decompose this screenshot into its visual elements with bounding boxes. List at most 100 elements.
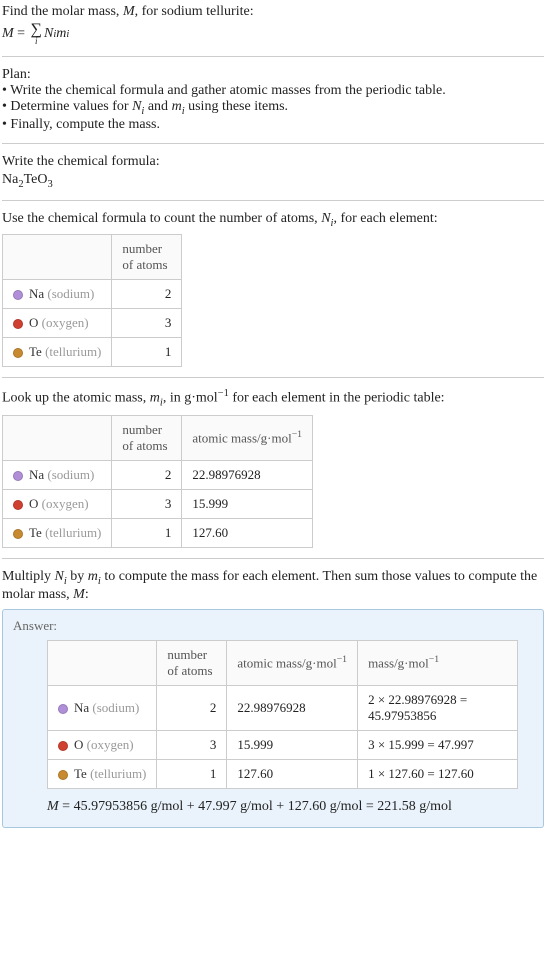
formula-title: Write the chemical formula: (2, 154, 544, 170)
mass-calc: 1 × 127.60 = 127.60 (358, 759, 518, 788)
divider (2, 200, 544, 201)
plan-bullet-2: • Determine values for Ni and mi using t… (2, 99, 544, 117)
element-cell: O (oxygen) (3, 309, 112, 338)
text: Look up the atomic mass, (2, 391, 150, 406)
table-row: Na (sodium) 2 (3, 280, 182, 309)
atom-count: 3 (112, 309, 182, 338)
header-natoms: number of atoms (157, 640, 227, 685)
divider (2, 377, 544, 378)
atom-count-table: number of atoms Na (sodium) 2 O (oxygen)… (2, 234, 182, 367)
element-symbol: Te (29, 525, 42, 540)
atom-count: 3 (112, 489, 182, 518)
element-name: (oxygen) (87, 737, 134, 752)
element-color-icon (58, 770, 68, 780)
intro-section: Find the molar mass, M, for sodium tellu… (2, 4, 544, 46)
atomic-mass: 15.999 (227, 730, 358, 759)
mass-calc: 3 × 15.999 = 47.997 (358, 730, 518, 759)
element-cell: Te (tellurium) (3, 518, 112, 547)
table-header-row: number of atoms atomic mass/g·mol−1 (3, 415, 313, 460)
text: : (85, 587, 89, 602)
plan-section: Plan: • Write the chemical formula and g… (2, 67, 544, 133)
plan-title: Plan: (2, 67, 544, 83)
atom-count: 1 (157, 759, 227, 788)
mass-calc: 2 × 22.98976928 = 45.97953856 (358, 685, 518, 730)
answer-label: Answer: (13, 618, 533, 634)
table-row: O (oxygen) 3 (3, 309, 182, 338)
atom-count: 2 (112, 280, 182, 309)
table-row: O (oxygen) 3 15.999 (3, 489, 313, 518)
atomic-mass: 22.98976928 (182, 460, 313, 489)
chem-sub-3: 3 (47, 179, 52, 190)
var-m: m (88, 569, 98, 584)
count-section: Use the chemical formula to count the nu… (2, 211, 544, 368)
table-row: Te (tellurium) 1 127.60 1 × 127.60 = 127… (48, 759, 518, 788)
multiply-section: Multiply Ni by mi to compute the mass fo… (2, 569, 544, 828)
element-cell: Na (sodium) (48, 685, 157, 730)
element-color-icon (58, 741, 68, 751)
element-name: (oxygen) (42, 315, 89, 330)
atom-count: 1 (112, 338, 182, 367)
var-M: M (123, 4, 135, 19)
lookup-section: Look up the atomic mass, mi, in g·mol−1 … (2, 388, 544, 547)
text: Use the chemical formula to count the nu… (2, 211, 321, 226)
header-natoms: number of atoms (112, 415, 182, 460)
atom-count: 2 (112, 460, 182, 489)
final-equation: M = 45.97953856 g/mol + 47.997 g/mol + 1… (47, 799, 533, 815)
text: mass/g·mol (368, 655, 429, 670)
unit-sup: −1 (429, 654, 439, 665)
header-mass: mass/g·mol−1 (358, 640, 518, 685)
text: for each element in the periodic table: (229, 391, 445, 406)
text: • Determine values for (2, 99, 132, 114)
sigma-icon: ∑ i (31, 22, 42, 46)
element-symbol: Na (74, 700, 89, 715)
element-symbol: Te (29, 344, 42, 359)
divider (2, 558, 544, 559)
table-row: Na (sodium) 2 22.98976928 2 × 22.9897692… (48, 685, 518, 730)
term-m: m (56, 26, 66, 42)
term-N: N (44, 26, 53, 42)
text: by (67, 569, 88, 584)
atom-count: 2 (157, 685, 227, 730)
element-cell: Te (tellurium) (3, 338, 112, 367)
element-symbol: Na (29, 467, 44, 482)
text: Multiply (2, 569, 55, 584)
element-name: (sodium) (47, 286, 94, 301)
multiply-text: Multiply Ni by mi to compute the mass fo… (2, 569, 544, 603)
chem-teo: TeO (24, 172, 48, 187)
lookup-text: Look up the atomic mass, mi, in g·mol−1 … (2, 388, 544, 408)
var-N: N (55, 569, 64, 584)
unit-sup: −1 (218, 388, 229, 399)
element-name: (sodium) (92, 700, 139, 715)
element-cell: O (oxygen) (48, 730, 157, 759)
var-m: m (172, 99, 182, 114)
formula-section: Write the chemical formula: Na2TeO3 (2, 154, 544, 190)
intro-line: Find the molar mass, M, for sodium tellu… (2, 4, 544, 20)
element-symbol: O (29, 496, 38, 511)
element-color-icon (13, 319, 23, 329)
var-N: N (321, 211, 330, 226)
final-mass-table: number of atoms atomic mass/g·mol−1 mass… (47, 640, 518, 789)
atom-count: 1 (112, 518, 182, 547)
text: and (144, 99, 171, 114)
header-amass: atomic mass/g·mol−1 (227, 640, 358, 685)
table-row: Te (tellurium) 1 (3, 338, 182, 367)
plan-bullet-1: • Write the chemical formula and gather … (2, 83, 544, 99)
sum-expression: ∑ i Nimi (29, 22, 70, 46)
var-M: M (47, 799, 59, 814)
sigma-index: i (35, 37, 38, 46)
text: , for sodium tellurite: (135, 4, 254, 19)
header-empty (48, 640, 157, 685)
element-name: (sodium) (47, 467, 94, 482)
header-empty (3, 235, 112, 280)
divider (2, 143, 544, 144)
header-natoms: number of atoms (112, 235, 182, 280)
table-header-row: number of atoms (3, 235, 182, 280)
element-name: (tellurium) (45, 525, 101, 540)
element-cell: Na (sodium) (3, 460, 112, 489)
chemical-formula: Na2TeO3 (2, 172, 544, 190)
element-color-icon (13, 348, 23, 358)
header-amass: atomic mass/g·mol−1 (182, 415, 313, 460)
answer-box: Answer: number of atoms atomic mass/g·mo… (2, 609, 544, 828)
atomic-mass: 127.60 (182, 518, 313, 547)
table-row: Te (tellurium) 1 127.60 (3, 518, 313, 547)
